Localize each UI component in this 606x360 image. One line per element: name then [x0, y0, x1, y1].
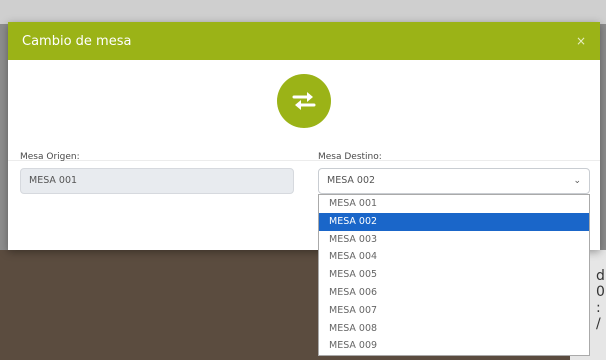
backdrop-text-line: : / [596, 300, 601, 332]
swap-arrows-icon [277, 74, 331, 128]
destination-dropdown-list[interactable]: MESA 001 MESA 002 MESA 003 MESA 004 MESA 005… [318, 194, 590, 356]
destination-label: Mesa Destino: [318, 152, 382, 162]
dropdown-option[interactable]: MESA 007 [319, 302, 589, 320]
dropdown-option[interactable]: MESA 003 [319, 231, 589, 249]
chevron-down-icon: ⌄ [573, 176, 581, 186]
close-button[interactable]: × [576, 34, 586, 48]
modal-header: Cambio de mesa × [8, 22, 600, 60]
backdrop-top [0, 0, 606, 24]
dropdown-option[interactable]: MESA 004 [319, 248, 589, 266]
backdrop-text-line: d [596, 268, 605, 284]
origin-label: Mesa Origen: [20, 152, 80, 162]
backdrop-text: d 0 : / [596, 268, 606, 332]
dropdown-option[interactable]: MESA 006 [319, 284, 589, 302]
dropdown-option[interactable]: MESA 005 [319, 266, 589, 284]
backdrop-text-line: 0 [596, 284, 605, 300]
dropdown-option[interactable]: MESA 009 [319, 337, 589, 355]
dropdown-option[interactable]: MESA 002 [319, 212, 589, 231]
destination-select[interactable]: MESA 002 ⌄ [318, 168, 590, 194]
swap-section [8, 60, 600, 161]
origin-field: MESA 001 [20, 168, 294, 194]
dropdown-option[interactable]: MESA 001 [319, 195, 589, 213]
destination-select-value: MESA 002 [327, 175, 376, 186]
dropdown-option[interactable]: MESA 008 [319, 320, 589, 338]
modal-title: Cambio de mesa [22, 33, 132, 49]
